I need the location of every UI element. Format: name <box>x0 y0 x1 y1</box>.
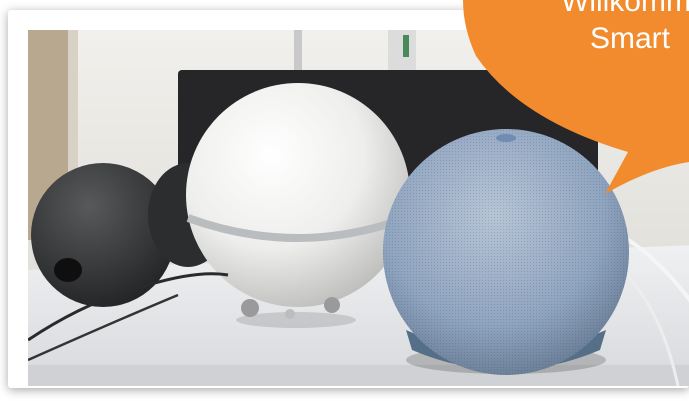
page: Willkommen Smart <box>0 0 689 401</box>
photo-frame <box>8 10 689 388</box>
photo <box>28 30 689 386</box>
speaker-photo <box>28 30 689 386</box>
